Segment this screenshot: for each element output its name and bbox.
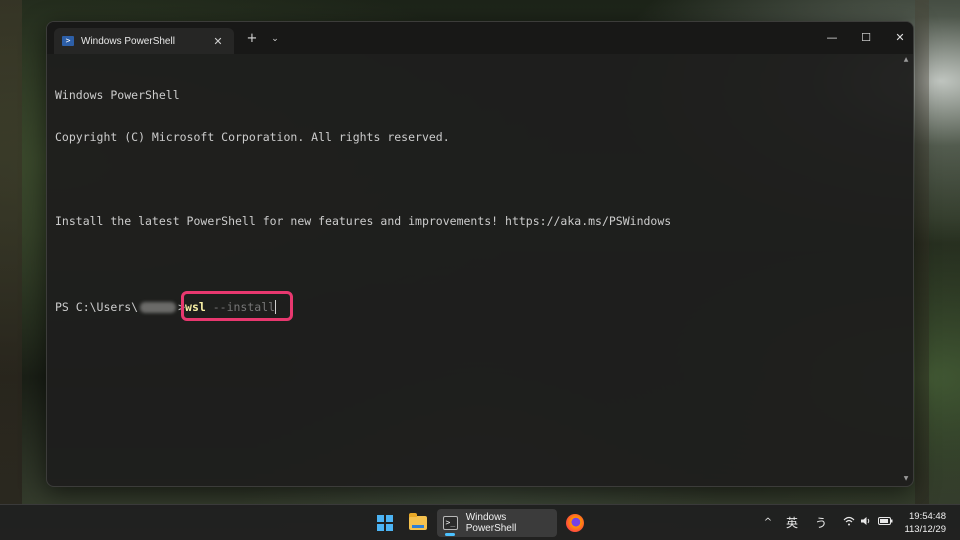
taskbar-app-label: Windows PowerShell	[465, 512, 517, 534]
tab-powershell[interactable]: > Windows PowerShell ✕	[54, 28, 234, 54]
taskbar: >_ Windows PowerShell ^ 英 う 19:54:48 113…	[0, 504, 960, 540]
console-line: Install the latest PowerShell for new fe…	[55, 214, 672, 228]
clock-date: 113/12/29	[904, 524, 946, 535]
tab-title: Windows PowerShell	[81, 35, 175, 47]
console-line: Copyright (C) Microsoft Corporation. All…	[55, 130, 450, 144]
chevron-down-icon[interactable]: ⌄	[265, 30, 285, 48]
wallpaper-tree	[0, 0, 22, 504]
firefox-button[interactable]	[562, 509, 588, 537]
scrollbar[interactable]: ▲ ▼	[901, 56, 911, 482]
speaker-icon[interactable]	[859, 514, 873, 532]
prompt-line[interactable]: PS C:\Users\ > wsl --install	[55, 291, 897, 321]
maximize-button[interactable]: ☐	[853, 28, 879, 48]
active-indicator	[445, 533, 455, 536]
battery-icon[interactable]	[877, 514, 893, 532]
close-button[interactable]: ✕	[887, 28, 913, 48]
windows-logo-icon	[377, 515, 393, 531]
ime-mode-indicator[interactable]: 英	[784, 514, 800, 532]
console-output[interactable]: Windows PowerShell Copyright (C) Microso…	[55, 60, 897, 486]
start-button[interactable]	[372, 509, 398, 537]
tab-close-icon[interactable]: ✕	[210, 35, 226, 48]
title-bar[interactable]: > Windows PowerShell ✕ + ⌄ — ☐ ✕	[47, 22, 913, 54]
wifi-icon[interactable]	[842, 514, 856, 532]
firefox-icon	[566, 514, 584, 532]
new-tab-button[interactable]: +	[242, 30, 262, 48]
file-explorer-button[interactable]	[405, 509, 431, 537]
command-highlight-box	[181, 291, 293, 321]
terminal-window: > Windows PowerShell ✕ + ⌄ — ☐ ✕ Windows…	[46, 21, 914, 487]
scroll-down-icon[interactable]: ▼	[902, 475, 910, 482]
prompt-prefix: PS C:\Users\	[55, 300, 139, 314]
minimize-button[interactable]: —	[819, 28, 845, 48]
clock-time: 19:54:48	[909, 511, 946, 522]
terminal-icon: >_	[443, 516, 458, 530]
redacted-username	[140, 301, 177, 313]
ime-input-indicator[interactable]: う	[813, 514, 829, 532]
folder-icon	[409, 513, 427, 530]
powershell-icon: >	[62, 36, 74, 46]
console-line: Windows PowerShell	[55, 88, 180, 102]
scroll-up-icon[interactable]: ▲	[902, 56, 910, 63]
tray-overflow-chevron-icon[interactable]: ^	[761, 514, 775, 532]
wallpaper-tree	[915, 0, 929, 504]
taskbar-powershell-button[interactable]: >_ Windows PowerShell	[437, 509, 557, 537]
system-clock[interactable]: 19:54:48 113/12/29	[904, 510, 946, 536]
